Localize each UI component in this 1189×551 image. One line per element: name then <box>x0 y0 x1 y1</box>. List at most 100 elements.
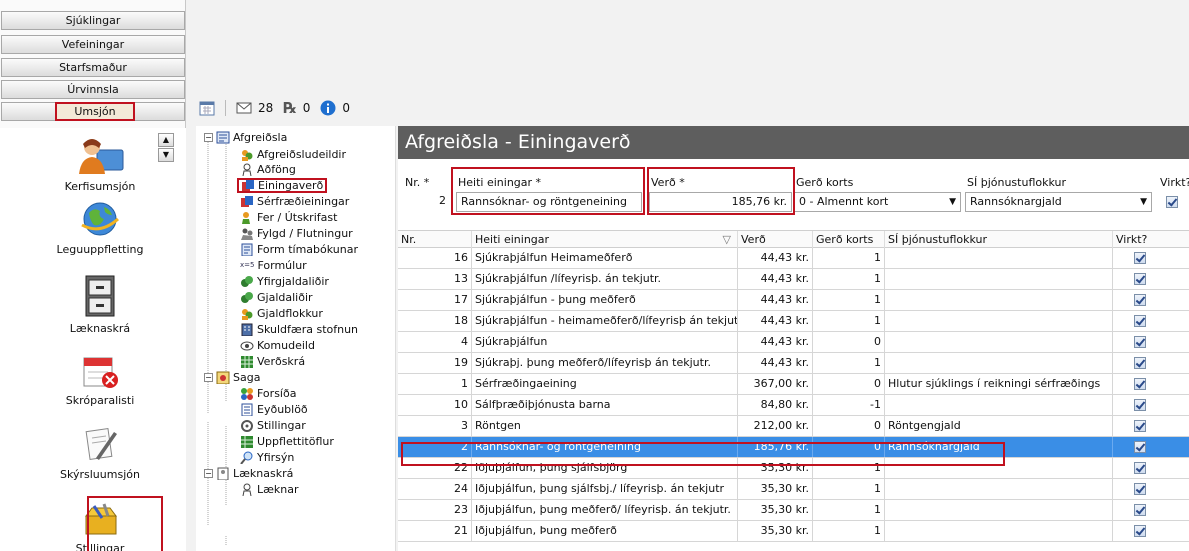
col-virkt[interactable]: Virkt? <box>1113 231 1189 248</box>
table-row[interactable]: 1 Sérfræðingaeining 367,00 kr. 0 Hlutur sjúk… <box>398 374 1189 395</box>
info-icon[interactable] <box>320 100 336 116</box>
eye-icon <box>240 341 254 351</box>
virkt-checkbox[interactable] <box>1166 196 1178 208</box>
module-kerfisumsjon[interactable]: Kerfisumsjón <box>26 136 174 193</box>
nav-button-urvinnsla[interactable]: Úrvinnsla <box>1 80 185 99</box>
tree-item-yfirgjaldalidir[interactable]: Yfirgjaldaliðir <box>240 274 329 289</box>
table-row[interactable]: 19 Sjúkraþj. þung meðferð/lífeyrisþ án te… <box>398 353 1189 374</box>
virkt-row-checkbox[interactable] <box>1134 378 1146 390</box>
cell-heiti: Iðjuþjálfun, Þung meðferð <box>472 521 738 541</box>
gerd-korts-select[interactable]: 0 - Almennt kort ▼ <box>794 192 961 212</box>
tree-item-fer-utskrifast[interactable]: Fer / Útskrifast <box>240 210 337 225</box>
tree-item-forsida[interactable]: Forsíða <box>240 386 296 401</box>
nr-field[interactable]: 2 <box>402 192 450 212</box>
prescription-icon[interactable]: ℞ <box>283 99 296 117</box>
col-heiti[interactable]: Heiti einingar ▽ <box>472 231 738 248</box>
module-skyrsluumsjon[interactable]: Skýrsluumsjón <box>26 424 174 481</box>
table-row[interactable]: 18 Sjúkraþjálfun - heimameðferð/lífeyrisþ… <box>398 311 1189 332</box>
tree-item-skuldfaera-stofnun[interactable]: Skuldfæra stofnun <box>240 322 358 337</box>
virkt-row-checkbox[interactable] <box>1134 399 1146 411</box>
status-toolbar: 28 ℞ 0 0 <box>187 94 1189 122</box>
cell-gerd-korts: 1 <box>813 248 885 268</box>
nav-button-sjuklingar[interactable]: Sjúklingar <box>1 11 185 30</box>
table-row[interactable]: 23 Iðjuþjálfun, þung meðferð/ lífeyrisþ. … <box>398 500 1189 521</box>
tree-item-komudeild[interactable]: Komudeild <box>240 338 315 353</box>
cell-si <box>885 500 1113 520</box>
tree-item-afgreidsludeildir[interactable]: Afgreiðsludeildir <box>240 147 346 162</box>
tree-item-gjaldalidir[interactable]: Gjaldaliðir <box>240 290 313 305</box>
cell-nr: 23 <box>398 500 472 520</box>
tree-item-einingaverd[interactable]: Einingaverð <box>237 178 328 193</box>
table-row[interactable]: 24 Iðjuþjálfun, þung sjálfsbj./ lífeyrisþ… <box>398 479 1189 500</box>
collapse-icon[interactable]: − <box>204 133 213 142</box>
table-row[interactable]: 13 Sjúkraþjálfun /lífeyrisþ. án tekjutr. 4… <box>398 269 1189 290</box>
tree-label: Form tímabókunar <box>257 243 358 256</box>
tree-item-uppflettitoflur[interactable]: Uppflettitöflur <box>240 434 334 449</box>
table-row[interactable]: 21 Iðjuþjálfun, Þung meðferð 35,30 kr. 1 <box>398 521 1189 542</box>
tree-item-form-timabokunar[interactable]: Form tímabókunar <box>240 242 358 257</box>
table-row[interactable]: 4 Sjúkraþjálfun 44,43 kr. 0 <box>398 332 1189 353</box>
tree-item-gjaldflokkur[interactable]: Gjaldflokkur <box>240 306 323 321</box>
discharge-icon <box>242 212 250 224</box>
forms-icon <box>241 403 253 416</box>
tree-node-saga[interactable]: − Saga <box>204 370 260 385</box>
si-value: Rannsóknargjald <box>970 195 1062 208</box>
tree-item-laeknar[interactable]: Læknar <box>240 482 299 497</box>
module-label: Leguuppfletting <box>56 243 144 256</box>
virkt-row-checkbox[interactable] <box>1134 504 1146 516</box>
cell-virkt <box>1113 395 1189 415</box>
nav-button-umsjon[interactable]: Umsjón <box>55 102 135 121</box>
form-icon <box>216 131 230 144</box>
mail-icon[interactable] <box>236 101 252 115</box>
heiti-highlight <box>451 167 645 215</box>
virkt-row-checkbox[interactable] <box>1134 441 1146 453</box>
filter-icon[interactable]: ▽ <box>723 231 731 248</box>
tree-label: Læknar <box>257 483 299 496</box>
tree-item-formulur[interactable]: x=5 Formúlur <box>240 258 307 273</box>
tree-item-serfraedieiningar[interactable]: Sérfræðieiningar <box>240 194 349 209</box>
virkt-row-checkbox[interactable] <box>1134 483 1146 495</box>
table-row[interactable]: 3 Röntgen 212,00 kr. 0 Röntgengjald <box>398 416 1189 437</box>
calendar-icon[interactable] <box>199 100 215 116</box>
tree-item-yfirsyn[interactable]: Yfirsýn <box>240 450 294 465</box>
tree-label: Komudeild <box>257 339 315 352</box>
virkt-row-checkbox[interactable] <box>1134 357 1146 369</box>
tree-item-adfong[interactable]: Aðföng <box>240 162 296 177</box>
virkt-row-checkbox[interactable] <box>1134 252 1146 264</box>
tree-label: Fer / Útskrifast <box>257 211 338 224</box>
col-verd[interactable]: Verð <box>738 231 813 248</box>
col-gerd-korts[interactable]: Gerð korts <box>813 231 885 248</box>
collapse-icon[interactable]: − <box>204 373 213 382</box>
virkt-row-checkbox[interactable] <box>1134 420 1146 432</box>
tree-item-eydublod[interactable]: Eyðublöð <box>240 402 308 417</box>
module-leguuppfletting[interactable]: Leguuppfletting <box>26 199 174 256</box>
module-laeknaskra[interactable]: Læknaskrá <box>26 274 174 335</box>
collapse-icon[interactable]: − <box>204 469 213 478</box>
tree-item-verdskra[interactable]: Verðskrá <box>240 354 305 369</box>
table-row[interactable]: 16 Sjúkraþjálfun Heimameðferð 44,43 kr. 1 <box>398 248 1189 269</box>
si-thjonustuflokkur-select[interactable]: Rannsóknargjald ▼ <box>965 192 1152 212</box>
cell-nr: 21 <box>398 521 472 541</box>
nav-button-vefeiningar[interactable]: Vefeiningar <box>1 35 185 54</box>
cell-verd: 35,30 kr. <box>738 521 813 541</box>
tree-item-stillingar[interactable]: Stillingar <box>240 418 306 433</box>
virkt-row-checkbox[interactable] <box>1134 462 1146 474</box>
module-stillingar[interactable]: Stillingar <box>26 496 174 551</box>
virkt-row-checkbox[interactable] <box>1134 336 1146 348</box>
col-nr[interactable]: Nr. <box>398 231 472 248</box>
cell-virkt <box>1113 311 1189 331</box>
virkt-row-checkbox[interactable] <box>1134 294 1146 306</box>
virkt-row-checkbox[interactable] <box>1134 273 1146 285</box>
col-si[interactable]: SÍ þjónustuflokkur <box>885 231 1113 248</box>
virkt-row-checkbox[interactable] <box>1134 525 1146 537</box>
col-heiti-label: Heiti einingar <box>475 233 550 246</box>
tree-node-afgreidsla[interactable]: − Afgreiðsla <box>204 130 287 145</box>
module-skroparalisti[interactable]: Skróparalisti <box>26 350 174 407</box>
virkt-row-checkbox[interactable] <box>1134 315 1146 327</box>
nav-button-starfsmadur[interactable]: Starfsmaður <box>1 58 185 77</box>
tree-item-fylgd-flutningur[interactable]: Fylgd / Flutningur <box>240 226 353 241</box>
table-row[interactable]: 17 Sjúkraþjálfun - þung meðferð 44,43 kr. 1 <box>398 290 1189 311</box>
cell-gerd-korts: 1 <box>813 290 885 310</box>
tree-node-laeknaskra[interactable]: − Læknaskrá <box>204 466 293 481</box>
table-row[interactable]: 10 Sálfþræðiþjónusta barna 84,80 kr. -1 <box>398 395 1189 416</box>
